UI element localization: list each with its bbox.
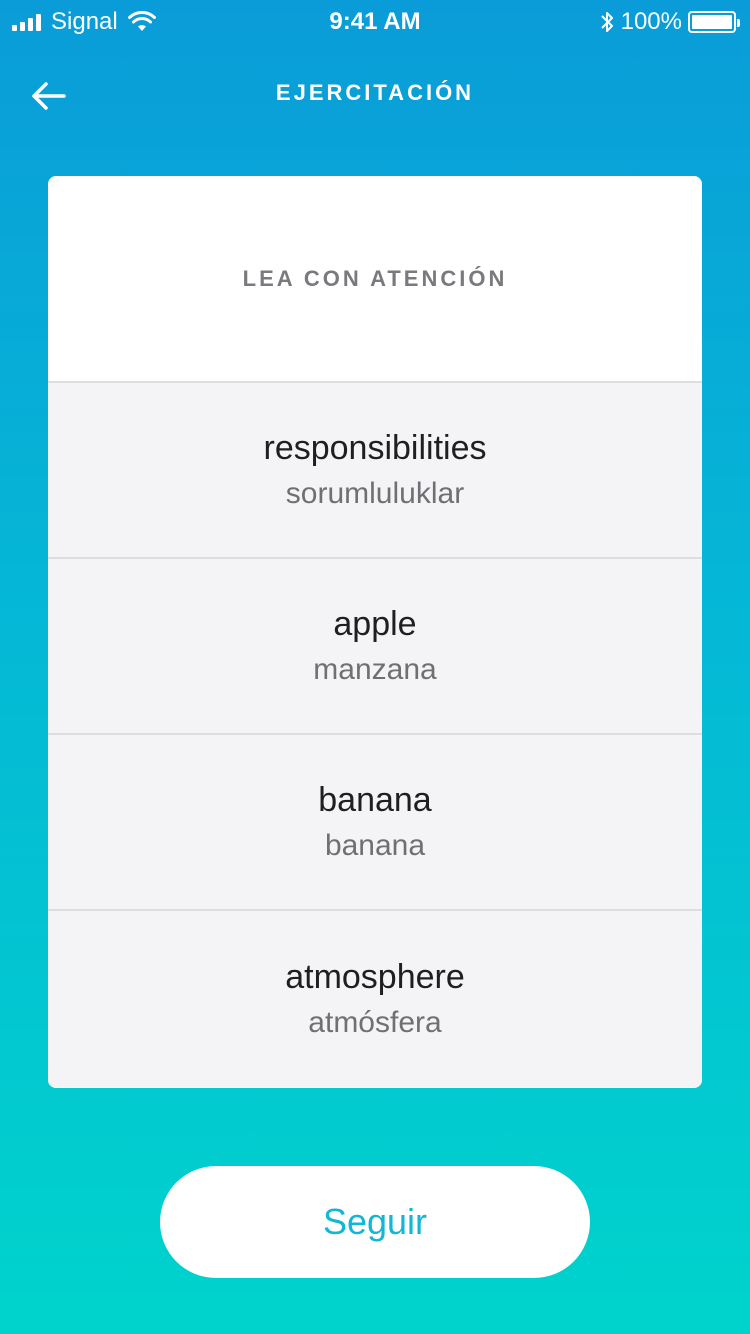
list-item: apple manzana	[48, 559, 702, 735]
bluetooth-icon	[600, 12, 613, 32]
nav-bar: EJERCITACIÓN	[0, 60, 750, 130]
word-text: atmosphere	[285, 958, 465, 996]
battery-percent: 100%	[620, 8, 682, 35]
status-bar: Signal 9:41 AM 100%	[0, 0, 750, 40]
list-item: responsibilities sorumluluklar	[48, 383, 702, 559]
card-header: LEA CON ATENCIÓN	[48, 176, 702, 383]
translation-text: manzana	[313, 653, 437, 686]
word-text: banana	[318, 781, 432, 819]
translation-text: banana	[324, 829, 426, 862]
word-text: apple	[333, 605, 417, 643]
card-title: LEA CON ATENCIÓN	[242, 265, 508, 291]
battery-icon	[688, 11, 740, 33]
battery-fill	[692, 15, 732, 29]
list-item: banana banana	[48, 735, 702, 911]
vocabulary-card: LEA CON ATENCIÓN responsibilities soruml…	[48, 176, 702, 1088]
word-text: responsibilities	[263, 429, 487, 467]
status-right: 100%	[599, 8, 740, 36]
page-title: EJERCITACIÓN	[275, 80, 475, 105]
word-list: responsibilities sorumluluklar apple man…	[48, 383, 702, 1087]
list-item: atmosphere atmósfera	[48, 911, 702, 1087]
continue-button[interactable]: Seguir	[160, 1166, 590, 1278]
translation-text: atmósfera	[308, 1006, 442, 1039]
translation-text: sorumluluklar	[285, 477, 465, 510]
